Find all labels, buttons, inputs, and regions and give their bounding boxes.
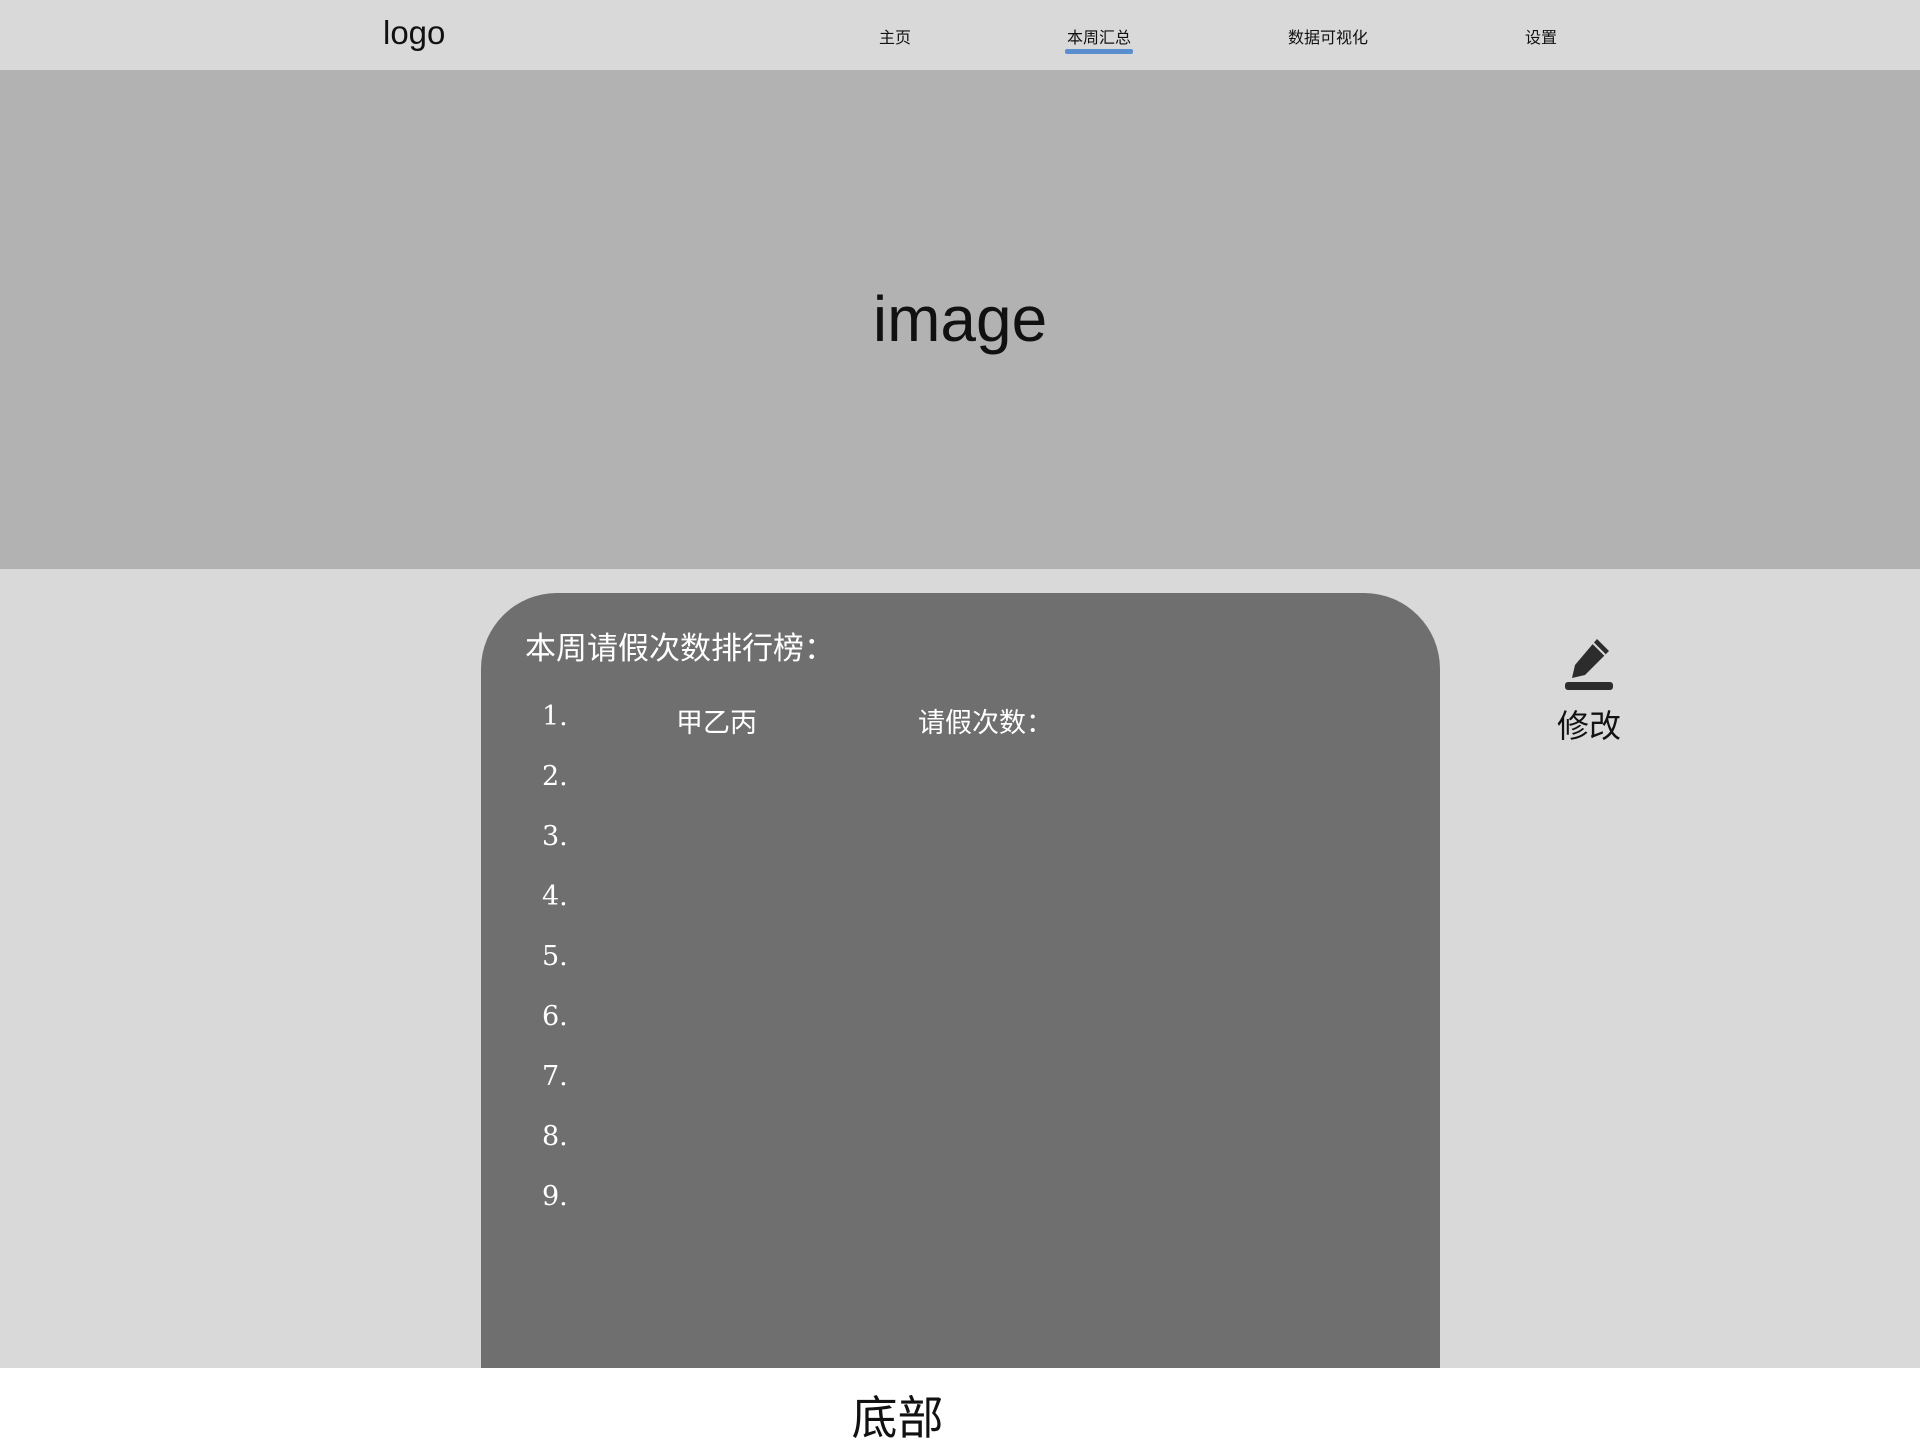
- rank-number: 4.: [542, 881, 568, 912]
- rank-number: 9.: [542, 1181, 568, 1212]
- rank-number: 3.: [542, 821, 568, 852]
- leave-count-label: 请假次数：: [918, 708, 1053, 739]
- ranking-row: 3.: [481, 821, 1440, 861]
- edit-button[interactable]: 修改: [1545, 637, 1633, 747]
- rank-number: 6.: [542, 1001, 568, 1032]
- rank-number: 2.: [542, 761, 568, 792]
- banner-placeholder-text: image: [872, 283, 1048, 355]
- rank-number: 8.: [542, 1121, 568, 1152]
- ranking-row: 8.: [481, 1121, 1440, 1161]
- edit-icon: [1565, 639, 1613, 690]
- rank-number: 7.: [542, 1061, 568, 1092]
- ranking-row: 2.: [481, 761, 1440, 801]
- ranking-row: 5.: [481, 941, 1440, 981]
- ranking-row: 1. 甲乙丙 请假次数：: [481, 701, 1440, 741]
- ranking-row: 4.: [481, 881, 1440, 921]
- nav-item-data-visualization[interactable]: 数据可视化: [1288, 24, 1368, 48]
- nav-item-settings[interactable]: 设置: [1525, 24, 1557, 48]
- edit-label: 修改: [1556, 707, 1621, 745]
- footer-text: 底部: [851, 1391, 944, 1445]
- ranking-row: 9.: [481, 1181, 1440, 1221]
- main-content: 本周请假次数排行榜： 1. 甲乙丙 请假次数： 2. 3. 4. 5. 6. 7…: [0, 569, 1920, 1368]
- active-tab-indicator: [1064, 49, 1133, 54]
- nav-item-home-label: 主页: [878, 28, 912, 47]
- banner-image: image: [0, 70, 1920, 569]
- footer: 底部: [0, 1368, 1920, 1449]
- nav-item-weekly-summary-label: 本周汇总: [1066, 28, 1132, 47]
- leave-ranking-card: 本周请假次数排行榜： 1. 甲乙丙 请假次数： 2. 3. 4. 5. 6. 7…: [481, 593, 1440, 1368]
- page: logo 主页 本周汇总 数据可视化 设置 image 本周请假次数排行榜： 1…: [0, 0, 1920, 1449]
- logo[interactable]: logo: [383, 14, 445, 52]
- employee-name: 甲乙丙: [676, 708, 757, 739]
- ranking-title: 本周请假次数排行榜：: [525, 631, 835, 667]
- rank-number: 5.: [542, 941, 568, 972]
- ranking-row: 6.: [481, 1001, 1440, 1041]
- nav-item-home[interactable]: 主页: [879, 24, 911, 48]
- top-navigation-bar: logo 主页 本周汇总 数据可视化 设置: [0, 0, 1920, 70]
- nav-item-settings-label: 设置: [1524, 28, 1558, 47]
- rank-number: 1.: [542, 701, 568, 732]
- nav-item-data-visualization-label: 数据可视化: [1287, 28, 1369, 47]
- ranking-row: 7.: [481, 1061, 1440, 1101]
- nav-item-weekly-summary[interactable]: 本周汇总: [1064, 24, 1133, 54]
